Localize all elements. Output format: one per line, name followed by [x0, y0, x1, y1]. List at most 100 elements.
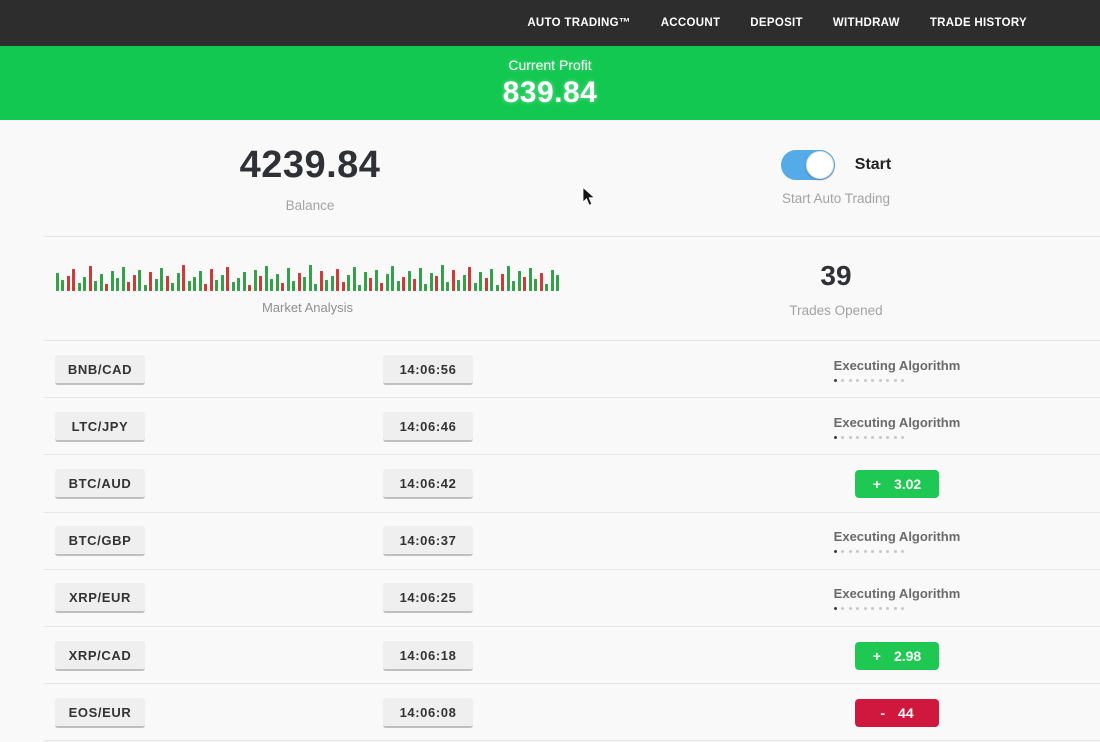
progress-dot	[894, 436, 897, 439]
progress-dot	[871, 607, 874, 610]
progress-dots	[834, 550, 961, 553]
trade-result-badge: + 2.98	[855, 642, 939, 670]
nav-item-account[interactable]: ACCOUNT	[661, 17, 721, 29]
progress-dot	[834, 436, 837, 439]
progress-dot	[856, 436, 859, 439]
nav-item-withdraw[interactable]: WITHDRAW	[833, 17, 900, 29]
trades-opened-stat: 39 Trades Opened	[620, 237, 1052, 340]
progress-dot	[879, 436, 882, 439]
auto-trading-stat: Start Start Auto Trading	[620, 120, 1052, 236]
trade-status-executing: Executing Algorithm	[834, 586, 961, 610]
progress-dot	[894, 379, 897, 382]
progress-dot	[871, 379, 874, 382]
market-analysis-label: Market Analysis	[262, 300, 353, 315]
progress-dot	[856, 607, 859, 610]
table-row: XRP/CAD 14:06:18 + 2.98	[0, 627, 1100, 684]
toggle-knob	[806, 151, 834, 179]
progress-dot	[849, 436, 852, 439]
progress-dot	[856, 550, 859, 553]
progress-dot	[864, 436, 867, 439]
progress-dot	[841, 607, 844, 610]
progress-dot	[864, 379, 867, 382]
trade-time: 14:06:56	[383, 355, 473, 385]
progress-dot	[894, 550, 897, 553]
progress-dot	[901, 550, 904, 553]
profit-banner-value: 839.84	[503, 76, 598, 110]
profit-banner-label: Current Profit	[508, 57, 591, 73]
trade-status: + 3.02	[767, 455, 1027, 512]
nav-item-deposit[interactable]: DEPOSIT	[750, 17, 803, 29]
trade-pair: XRP/CAD	[55, 641, 145, 671]
trade-status-executing: Executing Algorithm	[834, 415, 961, 439]
progress-dot	[834, 550, 837, 553]
nav-item-trade-history[interactable]: TRADE HISTORY	[930, 17, 1027, 29]
trade-status: Executing Algorithm	[767, 341, 1027, 398]
progress-dot	[879, 607, 882, 610]
table-row: LTC/JPY 14:06:46 Executing Algorithm	[0, 398, 1100, 455]
market-analysis-stat: Market Analysis	[0, 237, 620, 340]
auto-trading-toggle[interactable]	[781, 150, 835, 180]
progress-dot	[841, 379, 844, 382]
progress-dot	[834, 607, 837, 610]
executing-label: Executing Algorithm	[834, 415, 961, 430]
result-sign: +	[873, 476, 881, 492]
toggle-label: Start	[855, 156, 891, 174]
stats-row-top: 4239.84 Balance Start Start Auto Trading	[0, 120, 1100, 236]
profit-banner: Current Profit 839.84	[0, 46, 1100, 120]
progress-dot	[901, 607, 904, 610]
progress-dot	[841, 436, 844, 439]
executing-label: Executing Algorithm	[834, 586, 961, 601]
result-sign: -	[880, 705, 885, 721]
progress-dots	[834, 607, 961, 610]
trade-status-executing: Executing Algorithm	[834, 358, 961, 382]
progress-dot	[849, 379, 852, 382]
trade-status: - 44	[767, 684, 1027, 741]
trade-result-badge: + 3.02	[855, 470, 939, 498]
table-row: EOS/EUR 14:06:08 - 44	[0, 684, 1100, 741]
trade-status: Executing Algorithm	[767, 398, 1027, 455]
progress-dot	[856, 379, 859, 382]
trade-time: 14:06:25	[383, 583, 473, 613]
executing-label: Executing Algorithm	[834, 529, 961, 544]
executing-label: Executing Algorithm	[834, 358, 961, 373]
progress-dot	[864, 607, 867, 610]
result-value: 2.98	[894, 648, 921, 664]
trade-time: 14:06:18	[383, 641, 473, 671]
progress-dot	[886, 379, 889, 382]
trade-status: Executing Algorithm	[767, 513, 1027, 570]
top-nav: AUTO TRADING™ ACCOUNT DEPOSIT WITHDRAW T…	[0, 0, 1100, 46]
trade-status: Executing Algorithm	[767, 570, 1027, 627]
trade-pair: BTC/GBP	[55, 526, 145, 556]
trade-result-badge: - 44	[855, 699, 939, 727]
trade-time: 14:06:37	[383, 526, 473, 556]
progress-dot	[879, 379, 882, 382]
progress-dot	[886, 550, 889, 553]
progress-dot	[871, 550, 874, 553]
progress-dot	[864, 550, 867, 553]
trades-opened-label: Trades Opened	[789, 303, 882, 318]
progress-dot	[886, 607, 889, 610]
trade-status-executing: Executing Algorithm	[834, 529, 961, 553]
progress-dots	[834, 379, 961, 382]
progress-dot	[879, 550, 882, 553]
nav-item-auto-trading[interactable]: AUTO TRADING™	[527, 17, 630, 29]
trades-opened-value: 39	[820, 260, 851, 292]
progress-dot	[871, 436, 874, 439]
auto-trading-label: Start Auto Trading	[782, 191, 890, 206]
stats-row-bottom: Market Analysis 39 Trades Opened	[0, 237, 1100, 340]
trade-time: 14:06:08	[383, 698, 473, 728]
progress-dot	[894, 607, 897, 610]
balance-value: 4239.84	[240, 144, 381, 187]
progress-dot	[849, 550, 852, 553]
trade-pair: EOS/EUR	[55, 698, 145, 728]
trade-pair: XRP/EUR	[55, 583, 145, 613]
trade-status: + 2.98	[767, 627, 1027, 684]
table-row: XRP/EUR 14:06:25 Executing Algorithm	[0, 570, 1100, 627]
progress-dot	[901, 379, 904, 382]
trade-pair: BTC/AUD	[55, 469, 145, 499]
table-row: BTC/GBP 14:06:37 Executing Algorithm	[0, 513, 1100, 570]
balance-stat: 4239.84 Balance	[0, 120, 620, 236]
result-value: 3.02	[894, 476, 921, 492]
trade-time: 14:06:46	[383, 412, 473, 442]
balance-label: Balance	[286, 198, 335, 213]
